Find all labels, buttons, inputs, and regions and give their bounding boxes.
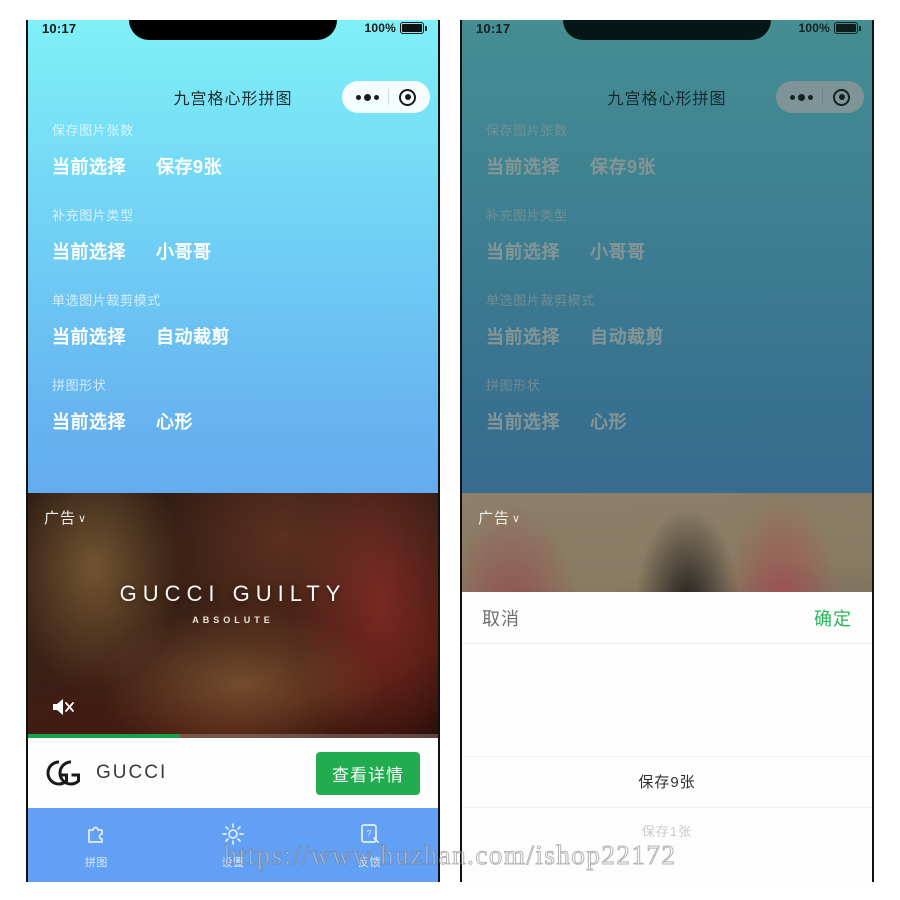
picker-cancel-button[interactable]: 取消	[482, 605, 520, 631]
row-key: 当前选择	[52, 412, 126, 432]
setting-group-save-count[interactable]: 保存图片张数 当前选择 保存9张	[28, 120, 438, 187]
picker-sheet[interactable]: 取消 确定 保存9张 保存1张	[462, 592, 872, 882]
nav-bar-left: 九宫格心形拼图	[28, 75, 438, 119]
row-value[interactable]: 小哥哥	[156, 238, 212, 264]
more-dots-icon[interactable]	[355, 93, 379, 101]
view-details-button[interactable]: 查看详情	[316, 751, 420, 795]
ad-label[interactable]: 广告 ∨	[478, 507, 521, 528]
speaker-muted-icon[interactable]	[50, 696, 76, 718]
group-row[interactable]: 当前选择 小哥哥	[52, 238, 414, 272]
tab-label: 拼图	[84, 856, 108, 869]
capsule-divider	[388, 89, 390, 105]
ad-advertiser-name: GUCCI	[96, 762, 168, 783]
picker-confirm-button[interactable]: 确定	[814, 605, 852, 631]
ad-video-left[interactable]: 广告 ∨ GUCCI GUILTY ABSOLUTE	[28, 493, 438, 738]
tab-label: 反馈	[358, 856, 382, 869]
settings-panel-right: 10:17 100% 九宫格心形拼图	[462, 20, 872, 493]
screenshot-stage: 10:17 100% 九宫格心形拼图 保存图片张数 当前选择 保存9张 补充图片…	[0, 0, 900, 900]
tab-bar-left: 拼图 设置 ? 反馈	[28, 808, 438, 882]
row-key: 当前选择	[52, 157, 126, 177]
gucci-double-g-icon	[46, 758, 84, 788]
phone-right-screen: 10:17 100% 九宫格心形拼图	[462, 20, 872, 882]
ad-sub-line: ABSOLUTE	[192, 615, 274, 625]
row-key: 当前选择	[52, 327, 126, 347]
group-label: 补充图片类型	[52, 208, 134, 223]
svg-text:?: ?	[366, 828, 371, 838]
row-key: 当前选择	[52, 242, 126, 262]
phone-right: 10:17 100% 九宫格心形拼图	[460, 20, 874, 882]
picker-option-selected[interactable]: 保存9张	[462, 756, 872, 808]
tab-item-feedback[interactable]: ? 反馈	[301, 821, 438, 870]
row-value[interactable]: 保存9张	[156, 153, 222, 179]
picker-wheel[interactable]: 保存9张 保存1张	[462, 644, 872, 882]
group-label: 单选图片裁剪模式	[52, 293, 161, 308]
dim-overlay-top	[462, 20, 872, 493]
setting-group-crop-mode[interactable]: 单选图片裁剪模式 当前选择 自动裁剪	[28, 290, 438, 357]
miniprogram-capsule[interactable]	[342, 81, 430, 113]
battery-icon	[400, 22, 427, 34]
status-time: 10:17	[42, 20, 77, 36]
tab-item-puzzle[interactable]: 拼图	[28, 821, 165, 870]
puzzle-piece-icon	[83, 821, 109, 847]
ad-brand-line: GUCCI GUILTY	[119, 581, 347, 606]
group-row[interactable]: 当前选择 保存9张	[52, 153, 414, 187]
phone-left: 10:17 100% 九宫格心形拼图 保存图片张数 当前选择 保存9张 补充图片…	[26, 20, 440, 882]
group-label: 保存图片张数	[52, 123, 134, 138]
group-row[interactable]: 当前选择 自动裁剪	[52, 323, 414, 357]
status-indicators: 100%	[364, 21, 427, 35]
settings-panel-left: 10:17 100% 九宫格心形拼图 保存图片张数 当前选择 保存9张 补充图片…	[28, 20, 438, 493]
ad-label-text: 广告	[44, 510, 77, 527]
row-value[interactable]: 心形	[156, 408, 193, 434]
target-circle-icon[interactable]	[399, 88, 417, 106]
ad-label-text: 广告	[478, 510, 511, 527]
picker-option[interactable]: 保存1张	[462, 808, 872, 856]
chevron-down-icon[interactable]: ∨	[78, 512, 87, 525]
group-label: 拼图形状	[52, 378, 107, 393]
ad-footer-left[interactable]: GUCCI 查看详情	[28, 738, 438, 808]
phone-notch	[129, 20, 337, 40]
setting-group-shape[interactable]: 拼图形状 当前选择 心形	[28, 375, 438, 442]
feedback-question-icon: ?	[357, 821, 383, 847]
settings-list-left: 保存图片张数 当前选择 保存9张 补充图片类型 当前选择 小哥哥 单选图片裁剪模…	[28, 120, 438, 460]
tab-item-settings[interactable]: 设置	[165, 821, 302, 870]
row-value[interactable]: 自动裁剪	[156, 323, 230, 349]
phone-left-screen: 10:17 100% 九宫格心形拼图 保存图片张数 当前选择 保存9张 补充图片…	[28, 20, 438, 882]
page-title: 九宫格心形拼图	[173, 91, 293, 108]
gear-icon	[220, 821, 246, 847]
ad-label[interactable]: 广告 ∨	[44, 507, 87, 528]
chevron-down-icon[interactable]: ∨	[512, 512, 521, 525]
picker-header: 取消 确定	[462, 592, 872, 644]
battery-percent-label: 100%	[364, 21, 396, 35]
group-row[interactable]: 当前选择 心形	[52, 408, 414, 442]
setting-group-fill-type[interactable]: 补充图片类型 当前选择 小哥哥	[28, 205, 438, 272]
tab-label: 设置	[221, 856, 245, 869]
